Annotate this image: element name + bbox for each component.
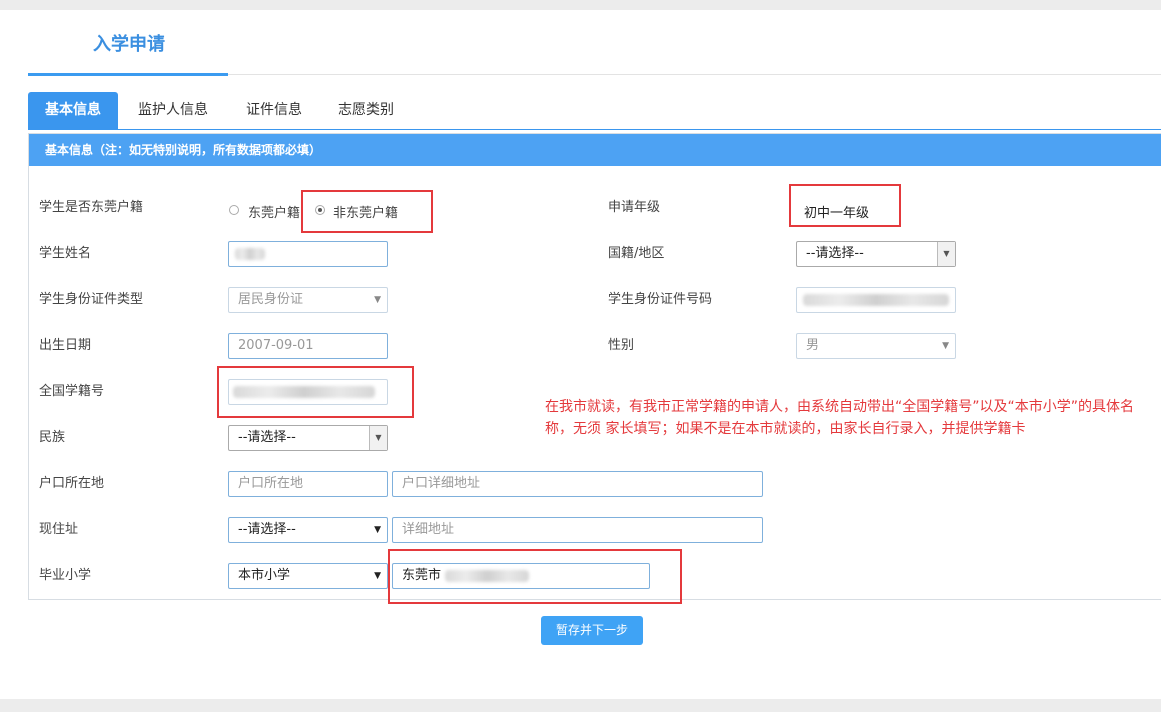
annotation-note: 在我市就读，有我市正常学籍的申请人，由系统自动带出“全国学籍号”以及“本市小学”…: [545, 399, 1135, 437]
student-name-input[interactable]: [228, 241, 388, 267]
id-type-select[interactable]: 居民身份证 ▼: [228, 287, 388, 313]
birth-date-label: 出生日期: [39, 338, 92, 353]
highlight-box-hukou: [301, 190, 433, 233]
id-type-label: 学生身份证件类型: [39, 292, 144, 307]
page-title: 入学申请: [93, 34, 165, 55]
tab-guardian-info[interactable]: 监护人信息: [123, 92, 223, 129]
residence-label: 现住址: [39, 522, 79, 537]
gender-select[interactable]: 男 ▼: [796, 333, 956, 359]
page-title-underline: [28, 73, 228, 76]
tab-preference-category[interactable]: 志愿类别: [325, 92, 407, 129]
residence-select-value: --请选择--: [238, 522, 296, 537]
chevron-down-icon: ▼: [374, 571, 381, 581]
tab-certificate-info[interactable]: 证件信息: [233, 92, 315, 129]
nationality-select[interactable]: --请选择-- ▼: [796, 241, 956, 267]
gender-select-value: 男: [806, 338, 820, 353]
save-and-next-button[interactable]: 暂存并下一步: [541, 616, 643, 645]
hukou-label: 学生是否东莞户籍: [39, 200, 144, 215]
chevron-down-icon: ▼: [374, 525, 381, 535]
ethnicity-select-value: --请选择--: [238, 430, 296, 445]
birth-date-input[interactable]: 2007-09-01: [228, 333, 388, 359]
ethnicity-select[interactable]: --请选择-- ▼: [228, 425, 388, 451]
residence-select[interactable]: --请选择-- ▼: [228, 517, 388, 543]
household-input[interactable]: 户口所在地: [228, 471, 388, 497]
tab-bar: 基本信息 监护人信息 证件信息 志愿类别: [28, 92, 1161, 130]
gender-label: 性别: [608, 338, 635, 353]
id-type-select-value: 居民身份证: [238, 292, 304, 307]
chevron-down-icon: ▼: [937, 242, 955, 266]
chevron-down-icon: ▼: [374, 295, 381, 305]
highlight-box-school: [388, 549, 682, 604]
id-number-label: 学生身份证件号码: [608, 292, 713, 307]
redacted-name: [235, 248, 265, 260]
tab-basic-info[interactable]: 基本信息: [28, 92, 118, 129]
nationality-select-value: --请选择--: [806, 246, 864, 261]
highlight-box-grade: [789, 184, 901, 227]
primary-school-select[interactable]: 本市小学 ▼: [228, 563, 388, 589]
chevron-down-icon: ▼: [369, 426, 387, 450]
nationality-label: 国籍/地区: [608, 246, 665, 261]
panel-heading: 基本信息（注：如无特别说明，所有数据项都必填）: [29, 134, 1161, 166]
tab-bar-underline: [28, 129, 1161, 130]
student-name-label: 学生姓名: [39, 246, 92, 261]
radio-dongguan-hukou-label[interactable]: 东莞户籍: [248, 202, 300, 221]
household-label: 户口所在地: [39, 476, 105, 491]
national-student-no-label: 全国学籍号: [39, 384, 105, 399]
redacted-id-number: [803, 294, 949, 306]
residence-detail-input[interactable]: 详细地址: [392, 517, 763, 543]
primary-school-select-value: 本市小学: [238, 568, 291, 583]
chevron-down-icon: ▼: [942, 341, 949, 351]
household-detail-input[interactable]: 户口详细地址: [392, 471, 763, 497]
radio-dongguan-hukou[interactable]: [229, 205, 239, 215]
ethnicity-label: 民族: [39, 430, 66, 445]
id-number-input[interactable]: [796, 287, 956, 313]
primary-school-label: 毕业小学: [39, 568, 92, 583]
grade-label: 申请年级: [608, 200, 661, 215]
header-divider: [228, 74, 1161, 75]
highlight-box-student-no: [217, 366, 414, 418]
